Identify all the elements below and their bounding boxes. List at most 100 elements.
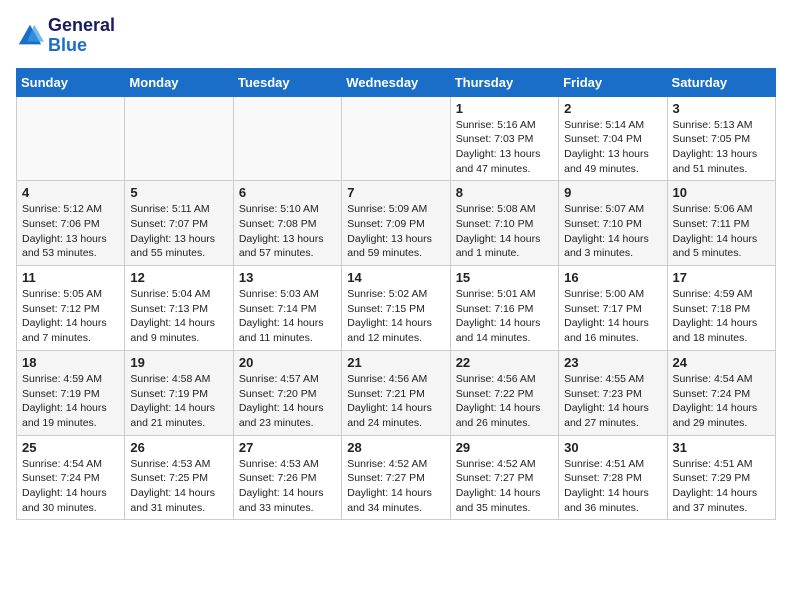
calendar-week-row: 11 Sunrise: 5:05 AM Sunset: 7:12 PM Dayli… <box>17 266 776 351</box>
day-number: 2 <box>564 101 661 116</box>
calendar-cell: 27 Sunrise: 4:53 AM Sunset: 7:26 PM Dayli… <box>233 435 341 520</box>
calendar-cell <box>17 96 125 181</box>
calendar-cell: 10 Sunrise: 5:06 AM Sunset: 7:11 PM Dayli… <box>667 181 775 266</box>
day-info: Sunrise: 4:54 AM Sunset: 7:24 PM Dayligh… <box>673 372 770 431</box>
calendar-cell: 5 Sunrise: 5:11 AM Sunset: 7:07 PM Daylig… <box>125 181 233 266</box>
day-info: Sunrise: 5:14 AM Sunset: 7:04 PM Dayligh… <box>564 118 661 177</box>
calendar-cell: 9Sunrise: 5:07 AM Sunset: 7:10 PM Daylig… <box>559 181 667 266</box>
day-number: 17 <box>673 270 770 285</box>
day-number: 16 <box>564 270 661 285</box>
day-number: 31 <box>673 440 770 455</box>
weekday-header-sunday: Sunday <box>17 68 125 96</box>
day-info: Sunrise: 4:53 AM Sunset: 7:25 PM Dayligh… <box>130 457 227 516</box>
calendar-cell: 7 Sunrise: 5:09 AM Sunset: 7:09 PM Daylig… <box>342 181 450 266</box>
day-info: Sunrise: 5:03 AM Sunset: 7:14 PM Dayligh… <box>239 287 336 346</box>
calendar-week-row: 4 Sunrise: 5:12 AM Sunset: 7:06 PM Daylig… <box>17 181 776 266</box>
logo-text: General Blue <box>48 16 115 56</box>
calendar-cell: 2 Sunrise: 5:14 AM Sunset: 7:04 PM Daylig… <box>559 96 667 181</box>
calendar-cell <box>125 96 233 181</box>
day-info: Sunrise: 5:04 AM Sunset: 7:13 PM Dayligh… <box>130 287 227 346</box>
day-number: 27 <box>239 440 336 455</box>
day-info: Sunrise: 5:13 AM Sunset: 7:05 PM Dayligh… <box>673 118 770 177</box>
calendar-cell: 30Sunrise: 4:51 AM Sunset: 7:28 PM Dayli… <box>559 435 667 520</box>
day-number: 6 <box>239 185 336 200</box>
calendar-cell <box>342 96 450 181</box>
day-info: Sunrise: 4:56 AM Sunset: 7:22 PM Dayligh… <box>456 372 553 431</box>
day-info: Sunrise: 4:59 AM Sunset: 7:18 PM Dayligh… <box>673 287 770 346</box>
day-info: Sunrise: 4:57 AM Sunset: 7:20 PM Dayligh… <box>239 372 336 431</box>
calendar-cell: 25 Sunrise: 4:54 AM Sunset: 7:24 PM Dayli… <box>17 435 125 520</box>
day-number: 12 <box>130 270 227 285</box>
calendar-cell: 18 Sunrise: 4:59 AM Sunset: 7:19 PM Dayli… <box>17 350 125 435</box>
day-info: Sunrise: 5:09 AM Sunset: 7:09 PM Dayligh… <box>347 202 444 261</box>
day-info: Sunrise: 4:53 AM Sunset: 7:26 PM Dayligh… <box>239 457 336 516</box>
day-number: 25 <box>22 440 119 455</box>
day-number: 30 <box>564 440 661 455</box>
day-number: 11 <box>22 270 119 285</box>
day-info: Sunrise: 4:58 AM Sunset: 7:19 PM Dayligh… <box>130 372 227 431</box>
day-number: 18 <box>22 355 119 370</box>
calendar-cell: 12 Sunrise: 5:04 AM Sunset: 7:13 PM Dayli… <box>125 266 233 351</box>
calendar-cell: 21 Sunrise: 4:56 AM Sunset: 7:21 PM Dayli… <box>342 350 450 435</box>
day-info: Sunrise: 4:52 AM Sunset: 7:27 PM Dayligh… <box>347 457 444 516</box>
day-number: 19 <box>130 355 227 370</box>
day-number: 7 <box>347 185 444 200</box>
day-number: 20 <box>239 355 336 370</box>
day-info: Sunrise: 5:10 AM Sunset: 7:08 PM Dayligh… <box>239 202 336 261</box>
day-info: Sunrise: 5:08 AM Sunset: 7:10 PM Dayligh… <box>456 202 553 261</box>
day-info: Sunrise: 5:05 AM Sunset: 7:12 PM Dayligh… <box>22 287 119 346</box>
day-number: 23 <box>564 355 661 370</box>
weekday-header-friday: Friday <box>559 68 667 96</box>
weekday-header-thursday: Thursday <box>450 68 558 96</box>
calendar-cell: 13Sunrise: 5:03 AM Sunset: 7:14 PM Dayli… <box>233 266 341 351</box>
calendar-cell: 19 Sunrise: 4:58 AM Sunset: 7:19 PM Dayli… <box>125 350 233 435</box>
day-info: Sunrise: 5:01 AM Sunset: 7:16 PM Dayligh… <box>456 287 553 346</box>
calendar-cell: 15 Sunrise: 5:01 AM Sunset: 7:16 PM Dayli… <box>450 266 558 351</box>
calendar-cell: 17 Sunrise: 4:59 AM Sunset: 7:18 PM Dayli… <box>667 266 775 351</box>
logo-icon <box>16 22 44 50</box>
weekday-header-saturday: Saturday <box>667 68 775 96</box>
day-number: 26 <box>130 440 227 455</box>
day-info: Sunrise: 5:00 AM Sunset: 7:17 PM Dayligh… <box>564 287 661 346</box>
day-number: 21 <box>347 355 444 370</box>
calendar-cell: 26 Sunrise: 4:53 AM Sunset: 7:25 PM Dayli… <box>125 435 233 520</box>
calendar-cell: 8Sunrise: 5:08 AM Sunset: 7:10 PM Daylig… <box>450 181 558 266</box>
calendar-cell <box>233 96 341 181</box>
day-info: Sunrise: 5:06 AM Sunset: 7:11 PM Dayligh… <box>673 202 770 261</box>
calendar-cell: 20 Sunrise: 4:57 AM Sunset: 7:20 PM Dayli… <box>233 350 341 435</box>
calendar-cell: 29Sunrise: 4:52 AM Sunset: 7:27 PM Dayli… <box>450 435 558 520</box>
day-info: Sunrise: 4:56 AM Sunset: 7:21 PM Dayligh… <box>347 372 444 431</box>
calendar-week-row: 1 Sunrise: 5:16 AM Sunset: 7:03 PM Daylig… <box>17 96 776 181</box>
day-number: 3 <box>673 101 770 116</box>
day-number: 29 <box>456 440 553 455</box>
day-info: Sunrise: 4:55 AM Sunset: 7:23 PM Dayligh… <box>564 372 661 431</box>
calendar-week-row: 18 Sunrise: 4:59 AM Sunset: 7:19 PM Dayli… <box>17 350 776 435</box>
day-info: Sunrise: 4:54 AM Sunset: 7:24 PM Dayligh… <box>22 457 119 516</box>
calendar: SundayMondayTuesdayWednesdayThursdayFrid… <box>16 68 776 521</box>
logo: General Blue <box>16 16 115 56</box>
day-number: 4 <box>22 185 119 200</box>
calendar-cell: 3 Sunrise: 5:13 AM Sunset: 7:05 PM Daylig… <box>667 96 775 181</box>
day-info: Sunrise: 4:59 AM Sunset: 7:19 PM Dayligh… <box>22 372 119 431</box>
calendar-cell: 24 Sunrise: 4:54 AM Sunset: 7:24 PM Dayli… <box>667 350 775 435</box>
day-number: 1 <box>456 101 553 116</box>
calendar-cell: 23 Sunrise: 4:55 AM Sunset: 7:23 PM Dayli… <box>559 350 667 435</box>
day-info: Sunrise: 5:12 AM Sunset: 7:06 PM Dayligh… <box>22 202 119 261</box>
calendar-week-row: 25 Sunrise: 4:54 AM Sunset: 7:24 PM Dayli… <box>17 435 776 520</box>
weekday-header-monday: Monday <box>125 68 233 96</box>
day-number: 10 <box>673 185 770 200</box>
day-number: 24 <box>673 355 770 370</box>
day-number: 5 <box>130 185 227 200</box>
page-header: General Blue <box>16 16 776 56</box>
day-info: Sunrise: 5:16 AM Sunset: 7:03 PM Dayligh… <box>456 118 553 177</box>
calendar-cell: 28 Sunrise: 4:52 AM Sunset: 7:27 PM Dayli… <box>342 435 450 520</box>
calendar-header-row: SundayMondayTuesdayWednesdayThursdayFrid… <box>17 68 776 96</box>
calendar-cell: 1 Sunrise: 5:16 AM Sunset: 7:03 PM Daylig… <box>450 96 558 181</box>
day-number: 9 <box>564 185 661 200</box>
calendar-cell: 4 Sunrise: 5:12 AM Sunset: 7:06 PM Daylig… <box>17 181 125 266</box>
weekday-header-wednesday: Wednesday <box>342 68 450 96</box>
weekday-header-tuesday: Tuesday <box>233 68 341 96</box>
day-number: 15 <box>456 270 553 285</box>
day-number: 28 <box>347 440 444 455</box>
day-info: Sunrise: 5:11 AM Sunset: 7:07 PM Dayligh… <box>130 202 227 261</box>
